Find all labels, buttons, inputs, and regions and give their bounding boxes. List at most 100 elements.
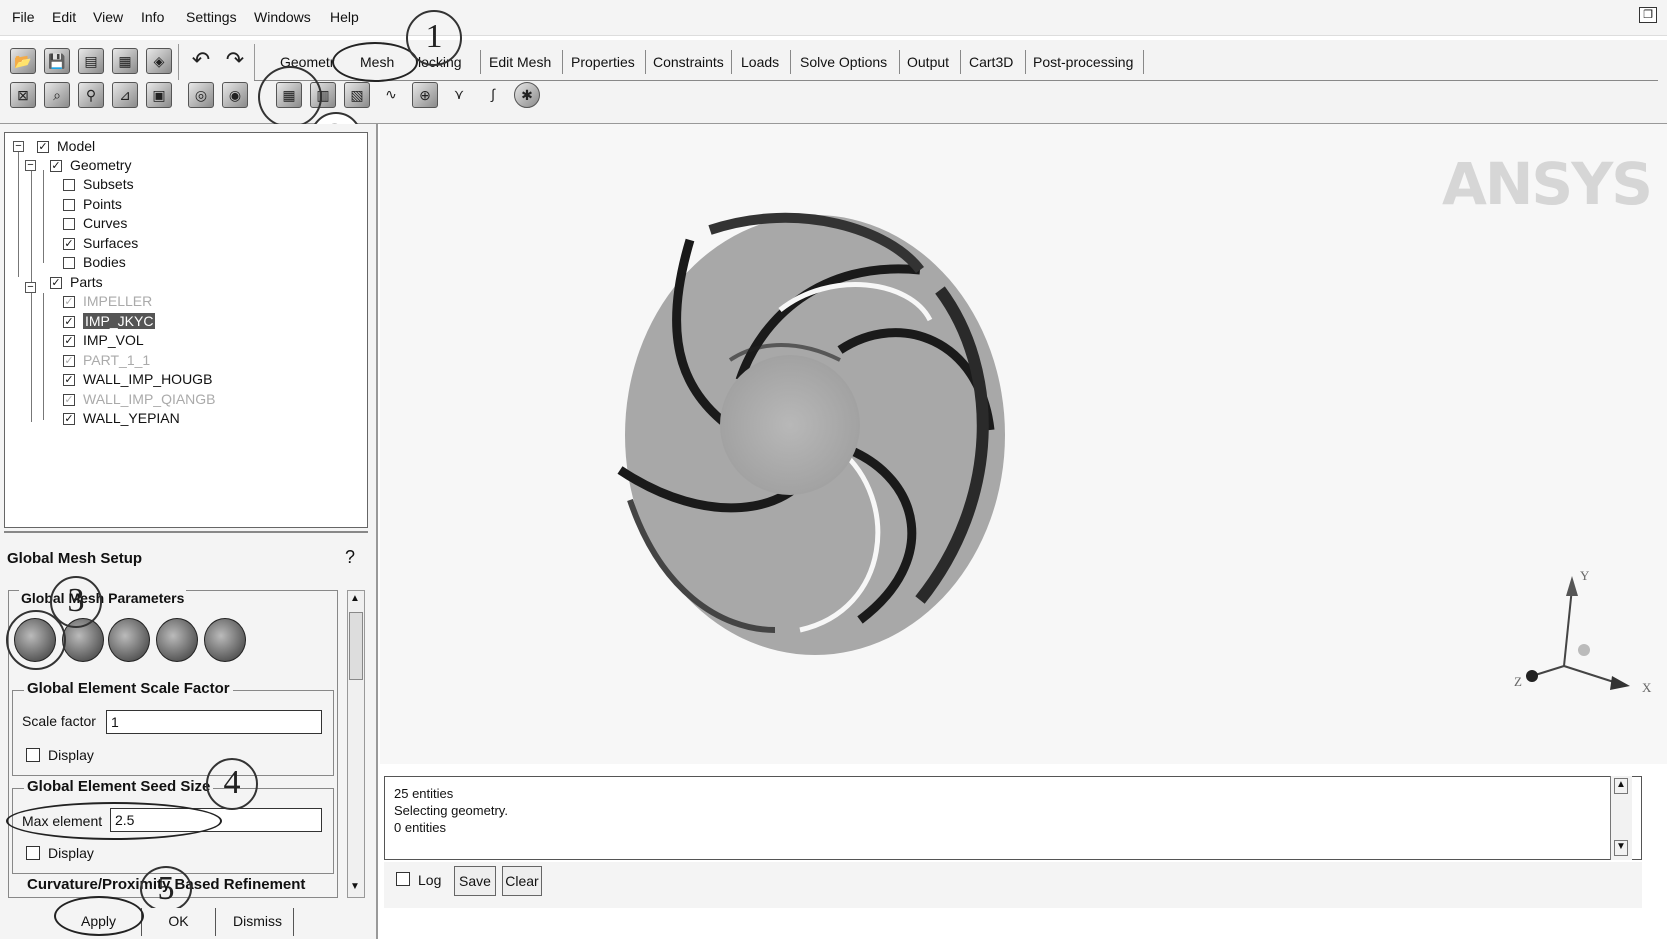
- open-blocking-icon[interactable]: ◈: [146, 48, 172, 74]
- tree-item-part[interactable]: ✓ PART_1_1: [63, 351, 150, 369]
- annotation-number-3: 3: [67, 582, 85, 619]
- mesh-curve-icon[interactable]: ∫: [480, 82, 506, 108]
- surface-mesh-setup-icon[interactable]: ▧: [344, 82, 370, 108]
- menu-edit[interactable]: Edit: [52, 9, 76, 25]
- tree-item-part[interactable]: ✓ IMPELLER: [63, 292, 152, 310]
- compute-mesh-icon[interactable]: ✱: [514, 82, 540, 108]
- checkbox-icon[interactable]: ✓: [63, 413, 75, 426]
- message-line: Selecting geometry.: [394, 803, 508, 818]
- define-connectors-icon[interactable]: ⋎: [446, 82, 472, 108]
- checkbox-icon[interactable]: ✓: [63, 296, 75, 309]
- tree-item-geometry[interactable]: ✓ Geometry: [50, 156, 131, 174]
- checkbox-icon[interactable]: ✓: [63, 374, 75, 387]
- tab-cart3d[interactable]: Cart3D: [969, 54, 1013, 70]
- distance-icon[interactable]: ⊿: [112, 82, 138, 108]
- tree-item-part[interactable]: ✓ WALL_IMP_QIANGB: [63, 390, 216, 408]
- window-restore-icon[interactable]: ❐: [1639, 7, 1657, 23]
- dismiss-button[interactable]: Dismiss: [222, 908, 294, 936]
- annotation-oval-apply: [54, 896, 144, 936]
- checkbox-icon[interactable]: ✓: [63, 355, 75, 368]
- tree-item-bodies[interactable]: Bodies: [63, 253, 126, 271]
- checkbox-icon[interactable]: ✓: [50, 277, 62, 290]
- scroll-down-icon[interactable]: ▼: [348, 881, 362, 892]
- expand-geometry-icon[interactable]: −: [25, 160, 36, 171]
- log-checkbox[interactable]: [396, 872, 410, 886]
- ok-button[interactable]: OK: [142, 908, 216, 936]
- open-mesh-icon[interactable]: ▦: [112, 48, 138, 74]
- prism-meshing-params-icon[interactable]: [156, 618, 198, 662]
- impeller-model[interactable]: [600, 200, 1040, 680]
- measure-icon[interactable]: ⚲: [78, 82, 104, 108]
- scale-factor-label: Scale factor: [22, 713, 96, 729]
- expand-parts-icon[interactable]: −: [25, 282, 36, 293]
- open-icon[interactable]: 📂: [10, 48, 36, 74]
- wireframe-icon[interactable]: ◎: [188, 82, 214, 108]
- tab-solve-options[interactable]: Solve Options: [800, 54, 887, 70]
- annotation-circle-1: 1: [406, 10, 462, 66]
- solid-icon[interactable]: ◉: [222, 82, 248, 108]
- menu-file[interactable]: File: [12, 9, 35, 25]
- periodicity-icon[interactable]: [204, 618, 246, 662]
- open-geometry-icon[interactable]: ▤: [78, 48, 104, 74]
- tab-post-processing[interactable]: Post-processing: [1033, 54, 1133, 70]
- tree-item-points[interactable]: Points: [63, 195, 122, 213]
- tab-output[interactable]: Output: [907, 54, 949, 70]
- tree-item-curves[interactable]: Curves: [63, 214, 127, 232]
- checkbox-icon[interactable]: ✓: [63, 335, 75, 348]
- checkbox-icon[interactable]: ✓: [63, 394, 75, 407]
- display-icon[interactable]: ▣: [146, 82, 172, 108]
- scroll-up-icon[interactable]: ▲: [1614, 778, 1628, 794]
- tree-item-part[interactable]: ✓ WALL_IMP_HOUGB: [63, 370, 212, 388]
- scroll-up-icon[interactable]: ▲: [348, 593, 362, 604]
- save-icon[interactable]: 💾: [44, 48, 70, 74]
- checkbox-icon[interactable]: ✓: [63, 238, 75, 251]
- menu-help[interactable]: Help: [330, 9, 359, 25]
- display-checkbox[interactable]: [26, 748, 40, 762]
- tree-item-part[interactable]: ✓ WALL_YEPIAN: [63, 409, 180, 427]
- zoom-icon[interactable]: ⌕: [44, 82, 70, 108]
- volume-meshing-params-icon[interactable]: [108, 618, 150, 662]
- tree-item-model[interactable]: ✓ Model: [37, 137, 95, 155]
- create-mesh-density-icon[interactable]: ⊕: [412, 82, 438, 108]
- menu-view[interactable]: View: [93, 9, 123, 25]
- tree-item-part[interactable]: ✓ IMP_JKYC: [63, 312, 156, 330]
- menu-settings[interactable]: Settings: [186, 9, 237, 25]
- tab-properties[interactable]: Properties: [571, 54, 635, 70]
- message-window[interactable]: [384, 776, 1642, 860]
- scale-factor-input[interactable]: 1: [106, 710, 322, 734]
- undo-icon[interactable]: ↶: [188, 48, 214, 74]
- display-checkbox[interactable]: [26, 846, 40, 860]
- menu-windows[interactable]: Windows: [254, 9, 311, 25]
- menu-info[interactable]: Info: [141, 9, 164, 25]
- clear-log-button[interactable]: Clear: [502, 866, 542, 896]
- tree-item-parts[interactable]: ✓ Parts: [50, 273, 103, 291]
- redo-icon[interactable]: ↷: [222, 48, 248, 74]
- annotation-oval-max-element: [6, 802, 222, 840]
- expand-model-icon[interactable]: −: [13, 141, 24, 152]
- save-log-button[interactable]: Save: [454, 866, 496, 896]
- checkbox-icon[interactable]: [63, 179, 75, 192]
- checkbox-icon[interactable]: [63, 199, 75, 212]
- scrollbar-thumb[interactable]: [349, 612, 363, 680]
- message-scrollbar[interactable]: ▲ ▼: [1610, 776, 1632, 860]
- annotation-number-5: 5: [157, 870, 175, 907]
- scroll-down-icon[interactable]: ▼: [1614, 840, 1628, 856]
- checkbox-icon[interactable]: ✓: [50, 160, 62, 173]
- checkbox-icon[interactable]: [63, 257, 75, 270]
- help-icon[interactable]: ?: [340, 547, 360, 569]
- checkbox-icon[interactable]: [63, 218, 75, 231]
- tab-edit-mesh[interactable]: Edit Mesh: [489, 54, 551, 70]
- curve-mesh-setup-icon[interactable]: ∿: [378, 82, 404, 108]
- tree-item-part[interactable]: ✓ IMP_VOL: [63, 331, 144, 349]
- tab-constraints[interactable]: Constraints: [653, 54, 724, 70]
- tab-loads[interactable]: Loads: [741, 54, 779, 70]
- checkbox-icon[interactable]: ✓: [63, 316, 75, 329]
- tree-item-surfaces[interactable]: ✓ Surfaces: [63, 234, 138, 252]
- annotation-number-1: 1: [425, 18, 443, 55]
- checkbox-icon[interactable]: ✓: [37, 141, 49, 154]
- toolbar: [0, 40, 1667, 124]
- model-tree: [4, 132, 368, 528]
- scale-factor-group-label: Global Element Scale Factor: [24, 680, 233, 697]
- fit-window-icon[interactable]: ⊠: [10, 82, 36, 108]
- tree-item-subsets[interactable]: Subsets: [63, 175, 134, 193]
